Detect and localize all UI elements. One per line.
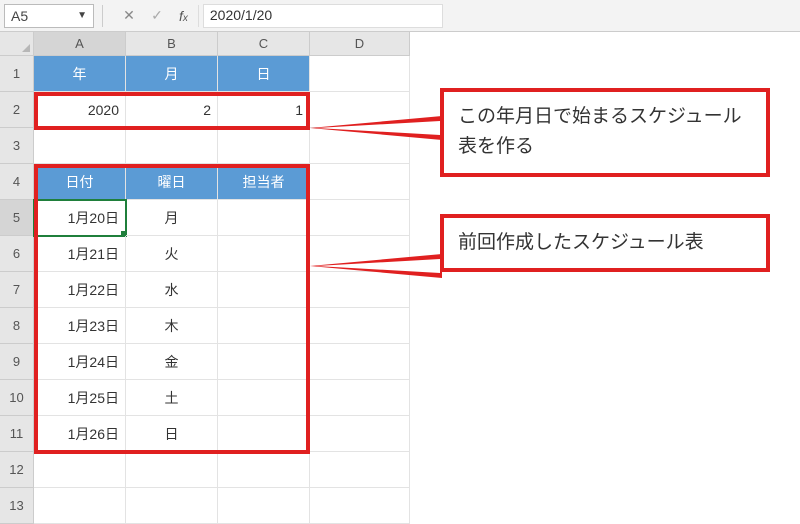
row-header[interactable]: 6	[0, 236, 34, 272]
row-header[interactable]: 8	[0, 308, 34, 344]
cell-c7[interactable]	[218, 272, 310, 308]
cell-d11[interactable]	[310, 416, 410, 452]
separator	[198, 5, 199, 27]
cell-b11[interactable]: 日	[126, 416, 218, 452]
cell-d12[interactable]	[310, 452, 410, 488]
cell-b9[interactable]: 金	[126, 344, 218, 380]
cell-a3[interactable]	[34, 128, 126, 164]
row-header[interactable]: 13	[0, 488, 34, 524]
cell-d1[interactable]	[310, 56, 410, 92]
cell-c4[interactable]: 担当者	[218, 164, 310, 200]
cell-b12[interactable]	[126, 452, 218, 488]
callout-text: 前回作成したスケジュール表	[458, 232, 704, 253]
col-header-c[interactable]: C	[218, 32, 310, 56]
separator	[102, 5, 103, 27]
name-box[interactable]: A5 ▼	[4, 4, 94, 28]
row-header[interactable]: 12	[0, 452, 34, 488]
cell-c11[interactable]	[218, 416, 310, 452]
cell-d7[interactable]	[310, 272, 410, 308]
cell-c9[interactable]	[218, 344, 310, 380]
cell-c6[interactable]	[218, 236, 310, 272]
cell-a1[interactable]: 年	[34, 56, 126, 92]
cell-a9[interactable]: 1月24日	[34, 344, 126, 380]
cell-b10[interactable]: 土	[126, 380, 218, 416]
row-header[interactable]: 10	[0, 380, 34, 416]
cancel-icon[interactable]: ✕	[119, 7, 139, 24]
fx-icon[interactable]: fx	[179, 8, 188, 24]
cell-b7[interactable]: 水	[126, 272, 218, 308]
cell-c1[interactable]: 日	[218, 56, 310, 92]
cell-a13[interactable]	[34, 488, 126, 524]
cell-d6[interactable]	[310, 236, 410, 272]
cell-d3[interactable]	[310, 128, 410, 164]
cell-a6[interactable]: 1月21日	[34, 236, 126, 272]
cell-a4[interactable]: 日付	[34, 164, 126, 200]
select-all-corner[interactable]	[0, 32, 34, 56]
formula-value: 2020/1/20	[210, 7, 272, 23]
row-header[interactable]: 4	[0, 164, 34, 200]
col-header-b[interactable]: B	[126, 32, 218, 56]
row-header[interactable]: 9	[0, 344, 34, 380]
cell-b6[interactable]: 火	[126, 236, 218, 272]
cell-d8[interactable]	[310, 308, 410, 344]
cell-c8[interactable]	[218, 308, 310, 344]
cell-a7[interactable]: 1月22日	[34, 272, 126, 308]
name-box-value: A5	[11, 8, 28, 24]
callout-text: この年月日で始まるスケジュール表を作る	[458, 106, 742, 157]
cell-b2[interactable]: 2	[126, 92, 218, 128]
cell-a10[interactable]: 1月25日	[34, 380, 126, 416]
cell-d13[interactable]	[310, 488, 410, 524]
accept-icon[interactable]: ✓	[147, 7, 167, 24]
cell-b4[interactable]: 曜日	[126, 164, 218, 200]
cell-b5[interactable]: 月	[126, 200, 218, 236]
annotation-callout-2: 前回作成したスケジュール表	[440, 214, 770, 272]
cell-d9[interactable]	[310, 344, 410, 380]
cell-a2[interactable]: 2020	[34, 92, 126, 128]
cell-c13[interactable]	[218, 488, 310, 524]
cell-c3[interactable]	[218, 128, 310, 164]
cell-b3[interactable]	[126, 128, 218, 164]
row-header[interactable]: 2	[0, 92, 34, 128]
cell-c5[interactable]	[218, 200, 310, 236]
col-header-d[interactable]: D	[310, 32, 410, 56]
row-header[interactable]: 7	[0, 272, 34, 308]
row-header[interactable]: 1	[0, 56, 34, 92]
cell-b8[interactable]: 木	[126, 308, 218, 344]
cell-d4[interactable]	[310, 164, 410, 200]
cell-b1[interactable]: 月	[126, 56, 218, 92]
cell-d2[interactable]	[310, 92, 410, 128]
col-header-a[interactable]: A	[34, 32, 126, 56]
cell-b13[interactable]	[126, 488, 218, 524]
cell-a5[interactable]: 1月20日	[34, 200, 126, 236]
spreadsheet-grid: A B C D 1 年 月 日 2 2020 2 1 3 4 日付 曜日 担当者…	[0, 32, 800, 524]
row-header[interactable]: 5	[0, 200, 34, 236]
formula-input[interactable]: 2020/1/20	[203, 4, 443, 28]
cell-a12[interactable]	[34, 452, 126, 488]
cell-d10[interactable]	[310, 380, 410, 416]
cell-a8[interactable]: 1月23日	[34, 308, 126, 344]
cell-d5[interactable]	[310, 200, 410, 236]
cell-c12[interactable]	[218, 452, 310, 488]
row-header[interactable]: 11	[0, 416, 34, 452]
row-header[interactable]: 3	[0, 128, 34, 164]
annotation-callout-1: この年月日で始まるスケジュール表を作る	[440, 88, 770, 177]
formula-bar: A5 ▼ ✕ ✓ fx 2020/1/20	[0, 0, 800, 32]
cell-c2[interactable]: 1	[218, 92, 310, 128]
cell-a11[interactable]: 1月26日	[34, 416, 126, 452]
chevron-down-icon[interactable]: ▼	[77, 10, 87, 21]
cell-c10[interactable]	[218, 380, 310, 416]
